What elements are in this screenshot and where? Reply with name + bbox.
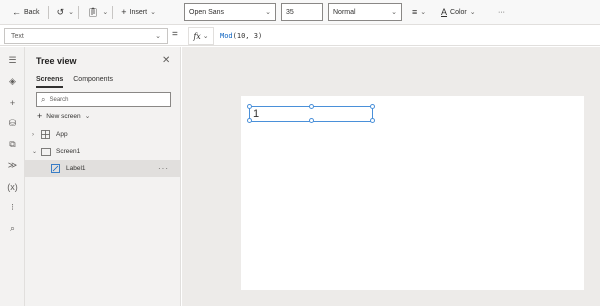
equals-sign: = xyxy=(172,29,178,40)
fx-icon: fx xyxy=(193,31,201,41)
clipboard-icon: 📋︎ xyxy=(86,6,99,17)
data-icon[interactable]: ⛁ xyxy=(5,116,20,131)
chevron-down-icon: ⌄ xyxy=(420,9,427,16)
resize-handle[interactable] xyxy=(370,118,375,123)
label-text: 1 xyxy=(253,108,260,120)
property-value: Text xyxy=(11,32,24,40)
search-input[interactable]: ⌕ Search xyxy=(36,92,171,107)
resize-handle[interactable] xyxy=(370,104,375,109)
formula-input[interactable]: Mod (10, 3) xyxy=(216,27,600,45)
resize-handle[interactable] xyxy=(247,118,252,123)
canvas-area: 1 xyxy=(182,47,600,306)
chevron-down-icon: ⌄ xyxy=(391,9,397,16)
insert-plus-icon[interactable]: + xyxy=(5,95,20,110)
tree-node-label: Label1 xyxy=(66,165,86,172)
label-control[interactable]: 1 xyxy=(247,104,375,123)
app-icon xyxy=(40,130,51,139)
undo-button[interactable]: ↺ xyxy=(53,2,69,22)
chevron-right-icon[interactable]: › xyxy=(32,132,40,138)
resize-handle[interactable] xyxy=(309,118,314,123)
paste-chevron-down-icon[interactable]: ⌄ xyxy=(102,8,108,16)
tab-components[interactable]: Components xyxy=(73,76,113,88)
command-bar: ← Back ↺ ⌄ 📋︎ ⌄ + Insert ⌄ Open Sans ⌄ 3… xyxy=(0,0,600,25)
back-label: Back xyxy=(24,8,40,16)
more-options-icon[interactable]: ··· xyxy=(158,164,169,173)
search-placeholder: Search xyxy=(49,96,69,103)
screen-canvas[interactable]: 1 xyxy=(241,96,584,290)
formula-arguments: (10, 3) xyxy=(232,32,263,40)
tree-view-title: Tree view xyxy=(36,56,77,66)
chevron-down-icon: ⌄ xyxy=(265,9,271,16)
color-button[interactable]: A Color ⌄ xyxy=(437,2,480,22)
chevron-down-icon: ⌄ xyxy=(150,9,156,16)
plus-icon: + xyxy=(121,7,127,17)
label-icon xyxy=(50,164,61,173)
font-size-input[interactable]: 35 xyxy=(281,3,323,21)
plus-icon: + xyxy=(37,111,43,121)
chevron-down-icon: ⌄ xyxy=(155,33,161,40)
back-arrow-icon: ← xyxy=(12,7,21,17)
menu-icon[interactable]: ☰ xyxy=(5,53,20,68)
search-icon: ⌕ xyxy=(41,94,46,104)
resize-handle[interactable] xyxy=(309,104,314,109)
formula-function: Mod xyxy=(220,32,233,40)
layers-icon[interactable]: ◈ xyxy=(5,74,20,89)
divider xyxy=(77,5,79,19)
new-screen-button[interactable]: + New screen ⌄ xyxy=(37,111,90,121)
resize-handle[interactable] xyxy=(247,104,252,109)
font-color-icon: A xyxy=(441,7,448,17)
formula-bar: Text ⌄ = fx ⌄ Mod (10, 3) xyxy=(0,26,600,46)
function-button[interactable]: fx ⌄ xyxy=(188,27,214,45)
tree-node-app[interactable]: › App xyxy=(25,126,181,143)
back-button[interactable]: ← Back xyxy=(8,2,44,22)
align-button[interactable]: ≡ ⌄ xyxy=(408,2,430,22)
paste-button[interactable]: 📋︎ xyxy=(83,2,102,22)
font-size-value: 35 xyxy=(286,8,294,16)
font-weight-dropdown[interactable]: Normal ⌄ xyxy=(328,3,402,21)
more-commands-button[interactable]: ··· xyxy=(494,2,509,22)
insert-button[interactable]: + Insert ⌄ xyxy=(117,2,160,22)
undo-chevron-down-icon[interactable]: ⌄ xyxy=(68,8,74,16)
chevron-down-icon: ⌄ xyxy=(469,9,476,16)
tree-node-screen1[interactable]: ⌄ Screen1 xyxy=(25,143,181,160)
divider xyxy=(47,5,49,19)
insert-label: Insert xyxy=(129,8,148,16)
font-weight-value: Normal xyxy=(333,8,356,16)
tree-view-tabs: Screens Components xyxy=(36,76,113,88)
left-rail: ☰ ◈ + ⛁ ⧉ ≫ (x) ⁝ ⌕ xyxy=(0,47,25,306)
tree-node-label: App xyxy=(56,131,68,138)
property-dropdown[interactable]: Text ⌄ xyxy=(4,28,168,44)
new-screen-label: New screen xyxy=(46,112,81,120)
close-icon[interactable]: ✕ xyxy=(162,55,170,66)
chevron-down-icon: ⌄ xyxy=(202,32,209,40)
tree-view-panel: Tree view ✕ Screens Components ⌕ Search … xyxy=(25,47,181,306)
variables-icon[interactable]: (x) xyxy=(5,179,20,194)
divider xyxy=(112,5,114,19)
chevron-down-icon: ⌄ xyxy=(84,113,91,120)
screen-icon xyxy=(40,147,51,156)
align-icon: ≡ xyxy=(412,7,418,17)
power-apps-studio: ← Back ↺ ⌄ 📋︎ ⌄ + Insert ⌄ Open Sans ⌄ 3… xyxy=(0,0,600,306)
tree-node-label: Screen1 xyxy=(56,148,81,155)
tree-node-label1[interactable]: Label1 ··· xyxy=(25,160,181,177)
color-label: Color xyxy=(450,8,467,16)
power-automate-icon[interactable]: ≫ xyxy=(5,158,20,173)
undo-icon: ↺ xyxy=(56,6,65,17)
search-icon[interactable]: ⌕ xyxy=(5,221,20,236)
media-icon[interactable]: ⧉ xyxy=(5,137,20,152)
tools-icon[interactable]: ⁝ xyxy=(5,200,20,215)
font-family-value: Open Sans xyxy=(189,8,225,16)
chevron-down-icon[interactable]: ⌄ xyxy=(32,148,40,155)
font-family-dropdown[interactable]: Open Sans ⌄ xyxy=(184,3,276,21)
more-icon: ··· xyxy=(498,8,505,16)
tab-screens[interactable]: Screens xyxy=(36,76,64,88)
